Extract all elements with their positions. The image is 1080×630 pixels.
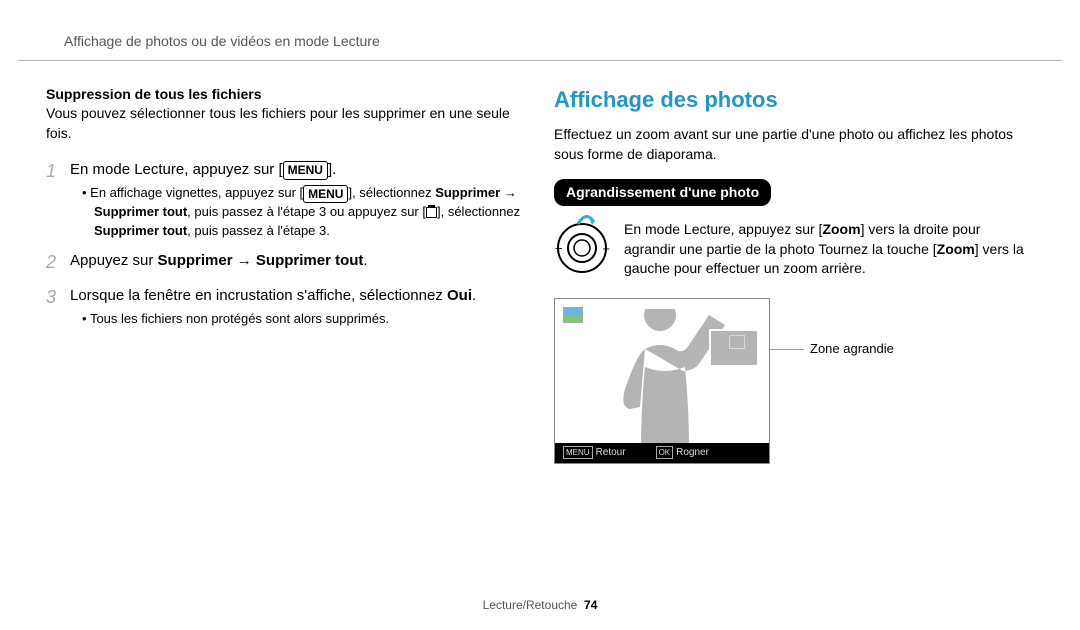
minus-label: − — [555, 240, 563, 258]
menu-key-icon: MENU — [303, 185, 348, 204]
step-body: Appuyez sur Supprimer → Supprimer tout. — [70, 250, 526, 275]
camera-screen-preview: MENURetour OKRogner — [554, 298, 770, 464]
heading-photos: Affichage des photos — [554, 85, 1034, 116]
step-3: 3 Lorsque la fenêtre en incrustation s'a… — [46, 285, 526, 328]
step-number: 2 — [46, 250, 60, 275]
thumbnail-icon — [563, 307, 583, 323]
callout-line — [770, 349, 804, 350]
step-2: 2 Appuyez sur Supprimer → Supprimer tout… — [46, 250, 526, 275]
menu-key-mini: MENU — [563, 446, 593, 459]
left-column: Suppression de tous les fichiers Vous po… — [46, 85, 526, 464]
step-body: En mode Lecture, appuyez sur [MENU]. En … — [70, 159, 526, 239]
menu-key-icon: MENU — [283, 161, 328, 180]
bottom-bar-right: OKRogner — [656, 446, 709, 460]
callout-zone: Zone agrandie — [770, 340, 894, 358]
subheading-pill: Agrandissement d'une photo — [554, 179, 771, 207]
right-column: Affichage des photos Effectuez un zoom a… — [554, 85, 1034, 464]
intro-text: Vous pouvez sélectionner tous les fichie… — [46, 104, 526, 143]
zoom-instruction-text: En mode Lecture, appuyez sur [Zoom] vers… — [624, 220, 1034, 282]
zoom-instruction: − + En mode Lecture, appuyez sur [Zoom] … — [554, 220, 1034, 282]
step-3-bullet: Tous les fichiers non protégés sont alor… — [94, 310, 526, 328]
step-number: 1 — [46, 159, 60, 239]
subheading-delete-all: Suppression de tous les fichiers — [46, 85, 526, 105]
step-number: 3 — [46, 285, 60, 328]
step-body: Lorsque la fenêtre en incrustation s'aff… — [70, 285, 526, 328]
page-breadcrumb: Affichage de photos ou de vidéos en mode… — [18, 0, 1062, 61]
zoom-dial-icon: − + — [554, 220, 610, 282]
page-footer: Lecture/Retouche 74 — [0, 597, 1080, 614]
bottom-bar-left: MENURetour — [563, 446, 626, 460]
zoom-inset-box — [709, 329, 759, 367]
intro-zoom: Effectuez un zoom avant sur une partie d… — [554, 125, 1034, 164]
breadcrumb-text: Affichage de photos ou de vidéos en mode… — [64, 33, 380, 49]
plus-label: + — [602, 240, 610, 258]
step-1-bullet: En affichage vignettes, appuyez sur [MEN… — [94, 184, 526, 239]
trash-icon — [426, 207, 437, 218]
step-1: 1 En mode Lecture, appuyez sur [MENU]. E… — [46, 159, 526, 239]
preview-bottom-bar: MENURetour OKRogner — [555, 443, 769, 463]
ok-key-mini: OK — [656, 446, 674, 459]
